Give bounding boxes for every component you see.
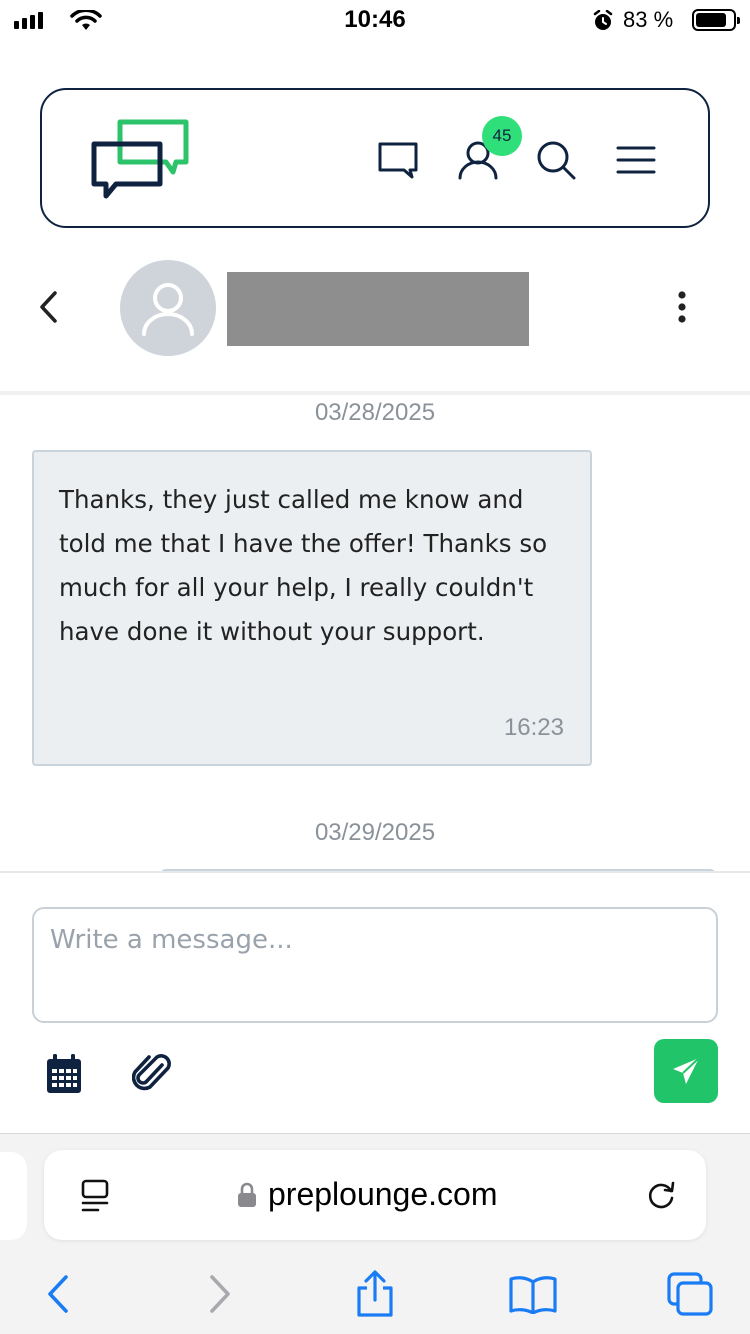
send-button[interactable] — [654, 1039, 718, 1103]
forward-icon[interactable] — [192, 1266, 248, 1322]
battery-icon — [692, 9, 740, 31]
notification-badge[interactable]: 45 — [482, 116, 522, 156]
search-icon[interactable] — [534, 138, 578, 182]
message-text: Thanks, they just called me know and tol… — [59, 485, 548, 646]
battery-percent: 83 % — [623, 7, 674, 32]
send-icon — [673, 1057, 700, 1084]
avatar[interactable] — [120, 260, 216, 356]
messages-icon[interactable] — [376, 138, 420, 182]
message-input[interactable] — [32, 907, 718, 1023]
reload-icon[interactable] — [644, 1178, 678, 1212]
message-composer — [0, 871, 750, 1133]
alarm-icon — [593, 10, 613, 30]
back-icon[interactable] — [30, 1266, 86, 1322]
status-bar: 10:46 83 % — [0, 0, 750, 40]
menu-icon[interactable] — [614, 138, 658, 182]
reader-icon[interactable] — [80, 1178, 112, 1214]
share-icon[interactable] — [347, 1266, 403, 1322]
message-bubble[interactable]: Thanks, they just called me know and tol… — [32, 450, 592, 766]
bookmarks-icon[interactable] — [505, 1266, 561, 1322]
message-list[interactable]: 03/28/2025 Thanks, they just called me k… — [0, 399, 750, 871]
tabs-icon[interactable] — [662, 1266, 718, 1322]
avatar-placeholder-icon — [142, 283, 194, 336]
lock-icon — [238, 1182, 256, 1207]
date-separator: 03/28/2025 — [314, 399, 436, 426]
browser-chrome: preplounge.com — [0, 1133, 750, 1334]
message-time: 16:23 — [503, 714, 564, 741]
previous-tab-preview[interactable] — [0, 1152, 27, 1240]
date-separator: 03/29/2025 — [314, 819, 436, 846]
more-vertical-icon[interactable] — [664, 285, 700, 329]
calendar-icon[interactable] — [44, 1053, 84, 1095]
address-bar[interactable]: preplounge.com — [44, 1150, 706, 1240]
preplounge-logo[interactable] — [90, 118, 190, 200]
app-header: 45 — [40, 88, 710, 228]
paperclip-icon[interactable] — [132, 1051, 172, 1095]
contact-name[interactable] — [227, 272, 529, 346]
browser-toolbar — [0, 1256, 750, 1332]
url-text[interactable]: preplounge.com — [268, 1176, 497, 1213]
conversation-header — [0, 255, 750, 395]
back-chevron-icon[interactable] — [28, 285, 68, 329]
